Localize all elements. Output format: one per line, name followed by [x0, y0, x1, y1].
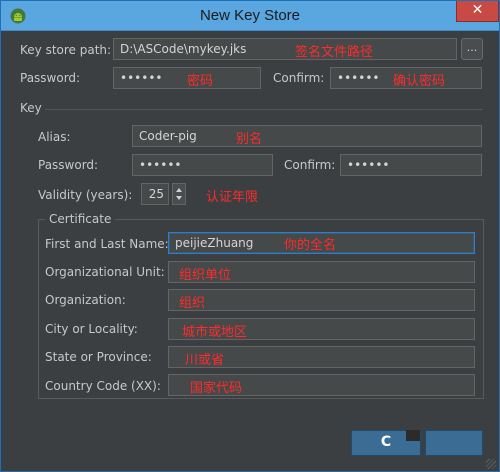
key-store-path-value: D:\ASCode\mykey.jks — [120, 42, 247, 56]
country-code-note: 国家代码 — [190, 381, 243, 396]
key-confirm-value: •••••• — [347, 158, 390, 172]
certificate-section-heading: Certificate — [45, 212, 116, 226]
key-section-heading: Key — [20, 101, 42, 115]
validity-spinner-input[interactable]: 25 — [141, 183, 169, 205]
keystore-confirm-note: 确认密码 — [393, 74, 446, 89]
new-key-store-dialog: New Key Store ✕ Key store path: D:\ASCod… — [0, 0, 500, 472]
organization-label: Organization: — [45, 293, 126, 307]
key-store-path-note: 签名文件路径 — [295, 45, 374, 60]
organizational-unit-label: Organizational Unit: — [45, 265, 165, 279]
key-password-value: •••••• — [139, 158, 182, 172]
keystore-password-value: •••••• — [120, 71, 163, 85]
keystore-confirm-label: Confirm: — [273, 71, 325, 85]
key-password-field[interactable]: •••••• — [132, 154, 273, 176]
close-button[interactable]: ✕ — [456, 1, 499, 22]
state-province-note: 川或省 — [185, 353, 225, 368]
validity-label: Validity (years): — [38, 188, 133, 202]
key-section-divider — [45, 109, 483, 110]
keystore-confirm-value: •••••• — [337, 71, 380, 85]
cancel-button[interactable] — [425, 430, 483, 456]
spinner-up-icon[interactable] — [176, 188, 182, 192]
key-store-path-label: Key store path: — [20, 43, 112, 57]
dialog-title: New Key Store — [199, 7, 301, 24]
country-code-label: Country Code (XX): — [45, 379, 161, 393]
organization-field[interactable] — [168, 289, 475, 311]
validity-spinner-arrows[interactable] — [172, 183, 186, 205]
organizational-unit-note: 组织单位 — [179, 268, 232, 283]
alias-value: Coder-pig — [139, 129, 197, 143]
resize-grip-icon[interactable] — [486, 459, 496, 469]
keystore-password-label: Password: — [20, 71, 81, 85]
spinner-down-icon[interactable] — [176, 196, 182, 200]
title-bar[interactable]: New Key Store ✕ — [1, 1, 499, 31]
button-corner-cutout — [406, 430, 420, 441]
organization-note: 组织 — [179, 296, 206, 311]
keystore-password-note: 密码 — [187, 74, 214, 89]
alias-note: 别名 — [236, 132, 263, 147]
browse-button[interactable]: ... — [461, 38, 483, 60]
key-confirm-label: Confirm: — [284, 158, 336, 172]
city-locality-note: 城市或地区 — [182, 325, 248, 340]
alias-label: Alias: — [38, 130, 71, 144]
key-store-path-input[interactable]: D:\ASCode\mykey.jks — [113, 38, 457, 60]
state-province-label: State or Province: — [45, 350, 152, 364]
alias-field[interactable]: Coder-pig — [132, 125, 482, 147]
first-last-name-value: peijieZhuang — [175, 236, 254, 250]
validity-note: 认证年限 — [206, 190, 259, 205]
first-last-name-note: 你的全名 — [284, 238, 337, 253]
first-last-name-label: First and Last Name: — [45, 237, 169, 251]
key-confirm-field[interactable]: •••••• — [340, 154, 482, 176]
key-password-label: Password: — [38, 158, 99, 172]
city-locality-label: City or Locality: — [45, 322, 138, 336]
